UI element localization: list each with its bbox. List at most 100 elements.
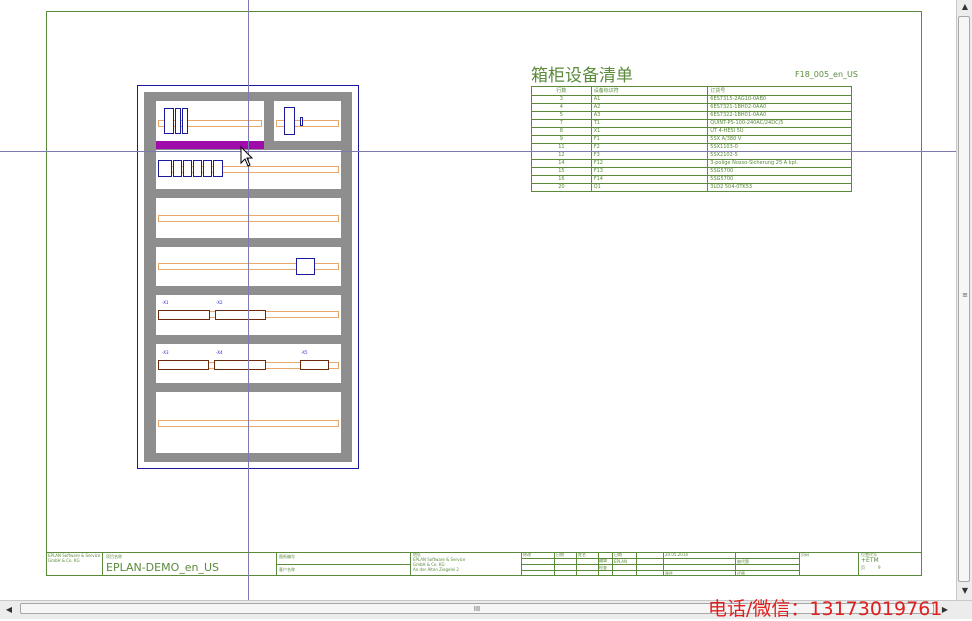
bom-cell: F13: [590, 167, 709, 176]
titleblock-divider: [735, 552, 736, 576]
titleblock: EPLAN Software & Service GmbH & Co. KG 项…: [46, 552, 922, 576]
bom-cell: F14: [590, 175, 709, 184]
bom-cell: 14: [531, 159, 592, 168]
bom-header-cell: 行数: [531, 86, 592, 96]
titleblock-divider: [102, 552, 103, 576]
bom-cell: F12: [590, 159, 709, 168]
bom-table: 行数 设备标识符 订货号 3 A1 6ES7315-2AG10-0AB0 4 A2 6E…: [531, 86, 852, 192]
project-label: 项目名称: [106, 554, 122, 559]
project-name: EPLAN-DEMO_en_US: [106, 561, 220, 574]
terminal-strip[interactable]: [158, 360, 209, 370]
breaker-device[interactable]: [213, 160, 223, 177]
bom-title: 箱柜设备清单: [531, 66, 633, 86]
bom-cell: 5SX A/380 V: [707, 135, 852, 144]
titleblock-field: 检查: [599, 565, 607, 570]
breaker-device[interactable]: [158, 160, 172, 177]
terminal-tag: -X2: [216, 300, 223, 305]
scroll-up-icon[interactable]: ▲: [959, 2, 971, 11]
drawing-no-label: 图纸编号: [279, 554, 295, 559]
plc-cpu-device[interactable]: [164, 108, 174, 134]
contactor-device[interactable]: [296, 258, 315, 275]
contact-watermark: 电话/微信：13173019761: [708, 598, 943, 620]
bom-row: 3 A1 6ES7315-2AG10-0AB0: [531, 95, 852, 104]
titleblock-divider: [858, 552, 859, 576]
bom-cell: 3-polige Nosso-Sicherung 25 A kpl.: [707, 159, 852, 168]
bom-cell: 5: [531, 111, 592, 120]
bom-row: 4 A2 6ES7321-1BH02-0AA0: [531, 103, 852, 112]
titleblock-field: 被代替: [737, 559, 749, 564]
bom-cell: A2: [590, 103, 709, 112]
scroll-left-icon[interactable]: ◀: [4, 605, 14, 614]
titleblock-divider: [576, 552, 577, 576]
crosshair-vertical: [248, 0, 249, 600]
customer-label: 客户名称: [279, 567, 295, 572]
bom-cell: 12: [531, 151, 592, 160]
bom-cell: F3: [590, 151, 709, 160]
titleblock-company-left: EPLAN Software & Service GmbH & Co. KG: [48, 553, 100, 563]
bom-cell: F1: [590, 135, 709, 144]
bom-row: 9 F1 5SX A/380 V: [531, 135, 852, 144]
bom-row: 14 F12 3-polige Nosso-Sicherung 25 A kpl.: [531, 159, 852, 168]
terminal-strip[interactable]: [214, 360, 266, 370]
titleblock-text: GmbH & Co. KG: [48, 558, 80, 563]
breaker-device[interactable]: [183, 160, 192, 177]
drawing-canvas[interactable]: 箱柜设备清单 F18_005_en_US 行数 设备标识符 订货号 3 A1 6ES…: [0, 0, 956, 600]
bom-cell: T1: [590, 119, 709, 128]
titleblock-divider: [276, 564, 410, 565]
bom-row: 16 F14 5SG5700: [531, 175, 852, 184]
bom-cell: UT 4-HESI 5U: [707, 127, 852, 136]
terminal-strip[interactable]: [300, 360, 329, 370]
bom-cell: 9: [531, 135, 592, 144]
plc-io-module[interactable]: [182, 108, 188, 134]
titleblock-field: 修改: [523, 552, 531, 557]
page-value: 9: [878, 565, 881, 570]
titleblock-field: 日期: [556, 552, 564, 557]
breaker-device[interactable]: [203, 160, 212, 177]
breaker-device[interactable]: [173, 160, 182, 177]
titleblock-divider: [799, 552, 800, 576]
sheet-value: +ETM: [861, 557, 879, 564]
bom-cell: 7: [531, 119, 592, 128]
titleblock-divider: [554, 552, 555, 576]
bom-header-cell: 订货号: [707, 86, 852, 96]
titleblock-divider: [636, 552, 637, 576]
titleblock-divider: [521, 558, 799, 559]
bom-cell: X1: [590, 127, 709, 136]
plc-io-module[interactable]: [175, 108, 181, 134]
terminal-tag: -X1: [162, 300, 169, 305]
bom-cell: Q1: [590, 183, 709, 192]
bom-cell: 3: [531, 95, 592, 104]
scroll-down-icon[interactable]: ▼: [959, 586, 971, 595]
page-label: 页: [861, 565, 865, 570]
bom-row: 20 Q1 3LD2 504-0TK53: [531, 183, 852, 192]
bom-cell: 8: [531, 127, 592, 136]
breaker-device[interactable]: [193, 160, 202, 177]
bom-reference: F18_005_en_US: [795, 70, 858, 79]
terminal-strip[interactable]: [215, 310, 266, 320]
bom-row: 7 T1 QUINT-PS-100-240AC/24DC/5: [531, 119, 852, 128]
titleblock-divider: [612, 552, 613, 576]
bom-cell: A3: [590, 111, 709, 120]
bom-cell: 4: [531, 103, 592, 112]
vertical-grip-icon: ≡: [962, 291, 968, 299]
bom-row: 5 A3 6ES7322-1BH01-0AA0: [531, 111, 852, 120]
terminal-device[interactable]: [300, 117, 303, 126]
titleblock-company-right: 地址 EPLAN Software & Service GmbH & Co. K…: [413, 552, 465, 572]
titleblock-field: 编辑: [599, 558, 607, 563]
titleblock-text: An der Alten Ziegelei 2: [413, 567, 459, 572]
titleblock-field: 日期: [614, 552, 622, 557]
bom-row: 15 F13 5SG5700: [531, 167, 852, 176]
bom-header-cell: 设备标识符: [590, 86, 709, 96]
vertical-scroll-thumb[interactable]: ≡: [958, 16, 970, 582]
power-supply-device[interactable]: [284, 107, 295, 135]
bom-cell: 6ES7321-1BH02-0AA0: [707, 103, 852, 112]
mouse-pointer-icon: [240, 146, 254, 167]
terminal-strip[interactable]: [158, 310, 210, 320]
bom-cell: 3LD2 504-0TK53: [707, 183, 852, 192]
bom-row: 12 F3 5SX2102-5: [531, 151, 852, 160]
titleblock-field: 页码: [801, 552, 809, 557]
bom-header-row: 行数 设备标识符 订货号: [531, 86, 852, 96]
titleblock-field: EPLAN: [614, 559, 627, 564]
titleblock-field: 20.05.2014: [665, 552, 688, 557]
titleblock-divider: [521, 564, 799, 565]
